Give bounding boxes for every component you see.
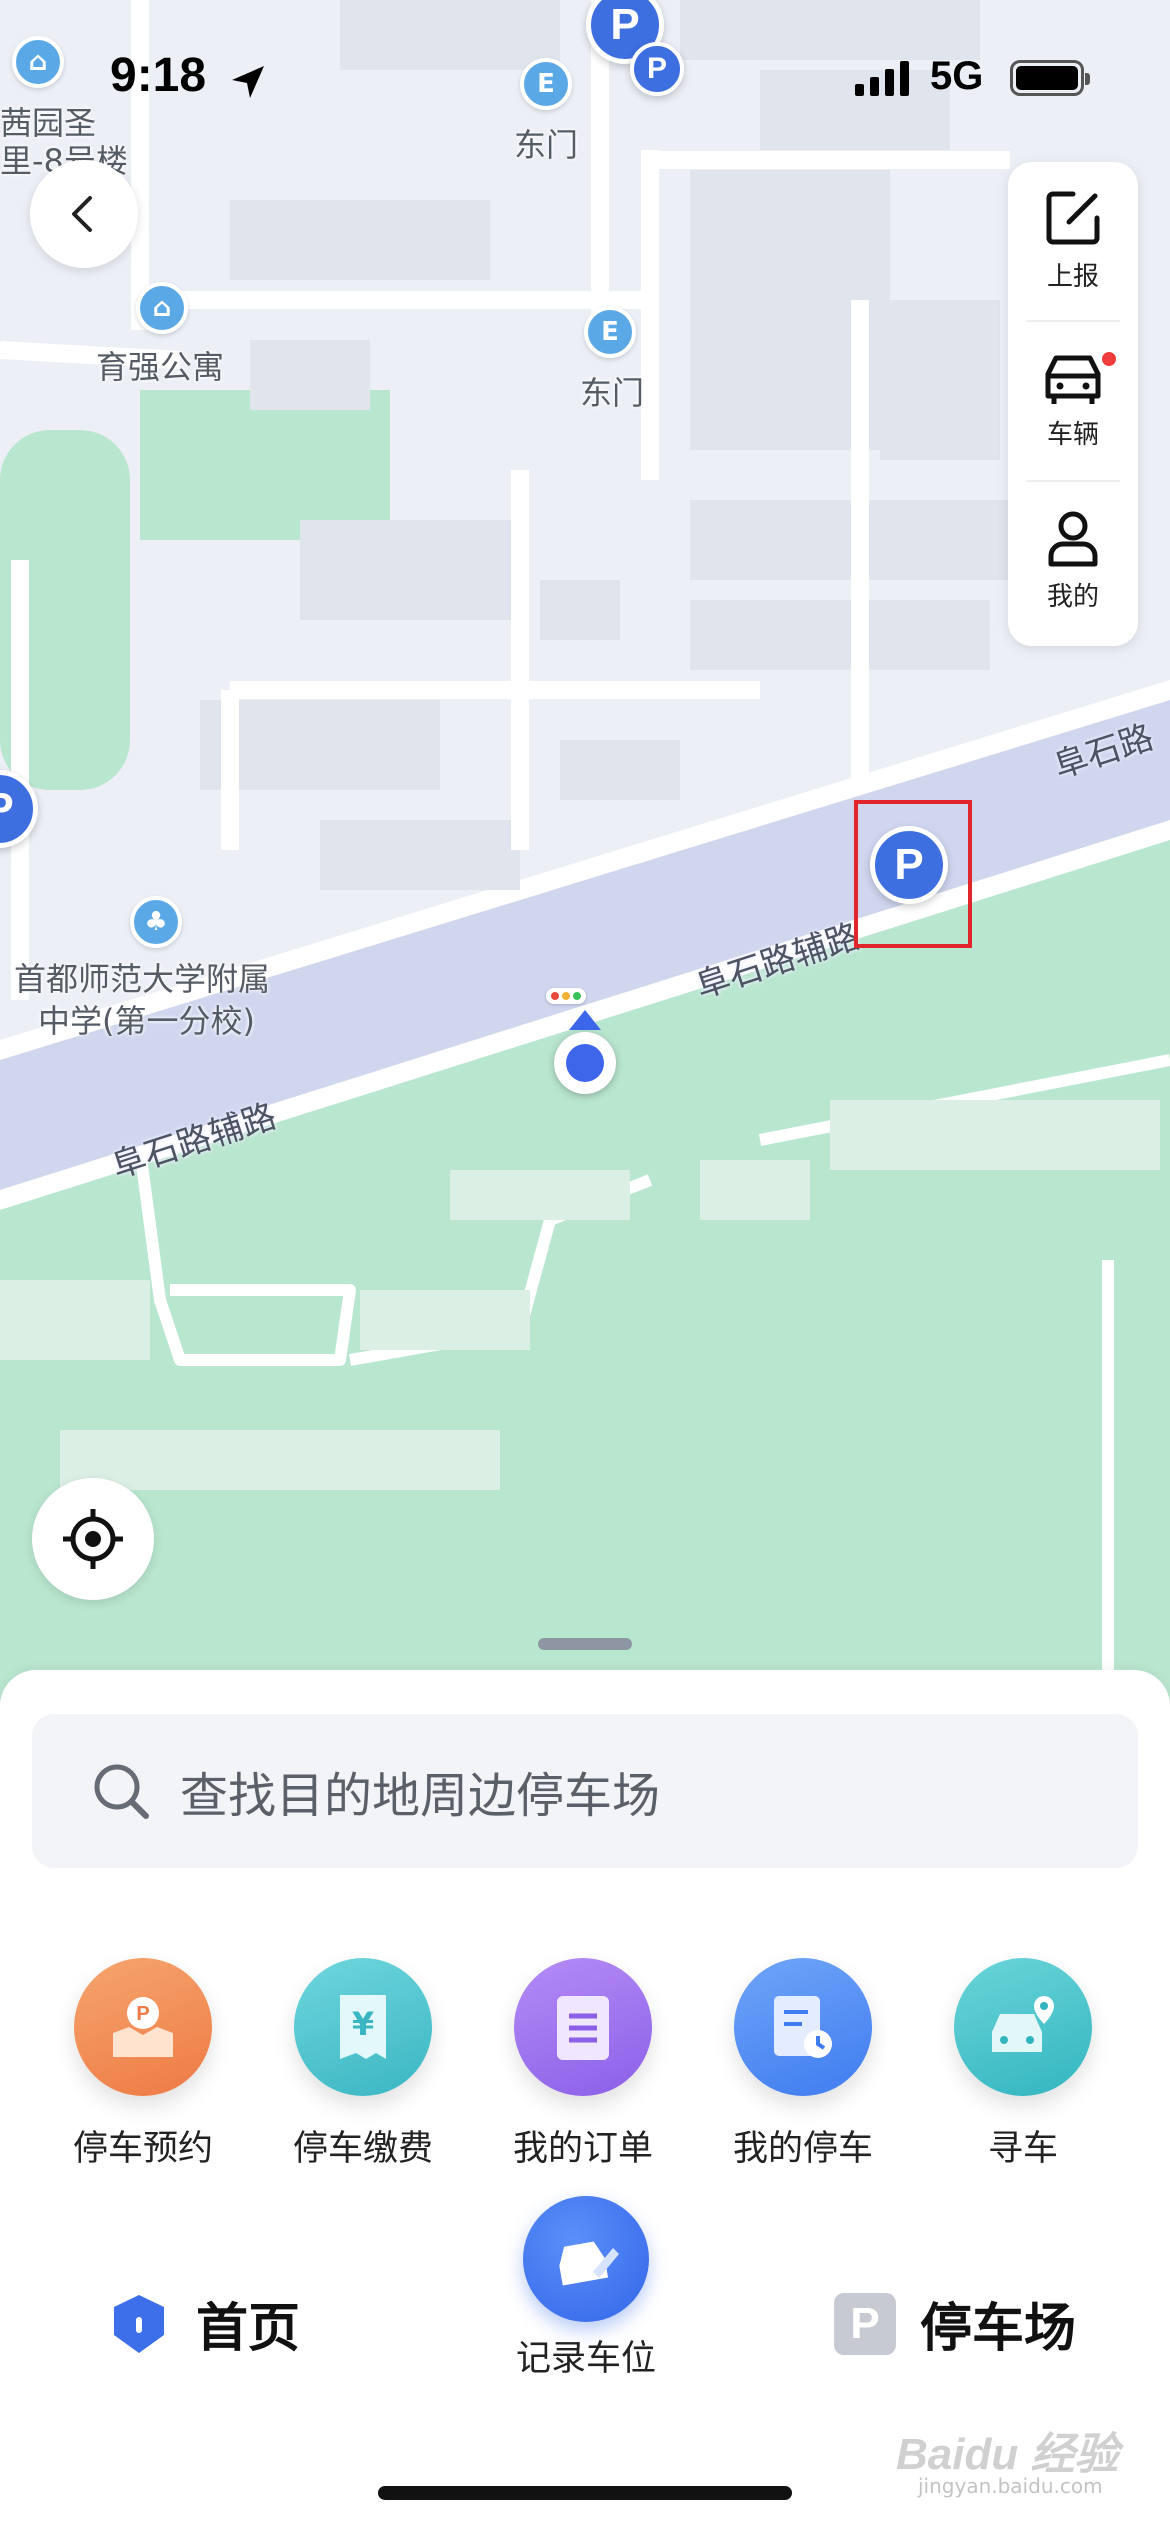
watermark: Baidu 经验: [896, 2430, 1119, 2479]
action-label: 停车缴费: [292, 2129, 433, 2169]
payment-icon: ¥: [294, 1958, 432, 2096]
status-bar: 9:18 5G: [0, 40, 1170, 120]
tab-parking-lot[interactable]: P 停车场: [834, 2286, 1076, 2361]
action-my-parking[interactable]: 我的停车: [703, 1958, 903, 2171]
report-button[interactable]: 上报: [1008, 162, 1138, 318]
mine-label: 我的: [1046, 581, 1099, 612]
tab-home[interactable]: 首页: [110, 2286, 300, 2361]
action-reserve-parking[interactable]: P 停车预约: [43, 1958, 243, 2171]
tab-parking-lot-label: 停车场: [920, 2299, 1077, 2359]
svg-text:¥: ¥: [352, 2005, 374, 2043]
chevron-left-icon: [72, 196, 92, 232]
action-find-car[interactable]: 寻车: [923, 1958, 1123, 2171]
map-label-school-1: 首都师范大学附属: [14, 960, 271, 998]
apartment-icon: ⌂: [136, 282, 188, 334]
map-label-east-gate-2: 东门: [580, 374, 645, 412]
search-input[interactable]: 查找目的地周边停车场: [32, 1714, 1138, 1868]
quick-actions: P 停车预约 ¥ 停车缴费 我的订单 我的停车 寻车: [0, 1958, 1170, 2178]
record-spot-label: 记录车位: [515, 2339, 656, 2379]
locate-me-button[interactable]: [32, 1478, 154, 1600]
home-shield-icon: [114, 2294, 164, 2353]
my-parking-icon: [734, 1958, 872, 2096]
map-label-school-2: 中学(第一分校): [38, 1002, 255, 1040]
reserve-parking-icon: P: [74, 1958, 212, 2096]
map-view[interactable]: ⌂ 茜园圣 里-8号楼 E 东门 E 东门 ⌂ 育强公寓 ♣ 首都师范大学附属 …: [0, 0, 1170, 1700]
signal-icon: [855, 60, 909, 96]
orders-icon: [514, 1958, 652, 2096]
action-my-orders[interactable]: 我的订单: [483, 1958, 683, 2171]
search-placeholder: 查找目的地周边停车场: [180, 1768, 661, 1824]
location-arrow-icon: [232, 66, 264, 98]
record-car-icon: [523, 2196, 649, 2322]
parking-lot-icon: P: [834, 2292, 896, 2355]
watermark-url: jingyan.baidu.com: [918, 2474, 1103, 2498]
tab-home-label: 首页: [196, 2299, 301, 2359]
find-car-icon: [954, 1958, 1092, 2096]
action-label: 停车预约: [72, 2129, 213, 2169]
svg-text:P: P: [136, 2003, 149, 2025]
report-label: 上报: [1046, 261, 1099, 292]
current-location-dot: [554, 1032, 616, 1094]
back-button[interactable]: [30, 160, 138, 268]
vehicle-label: 车辆: [1046, 419, 1099, 450]
car-icon: [1045, 355, 1101, 404]
traffic-light-icon: [546, 988, 586, 1004]
action-parking-payment[interactable]: ¥ 停车缴费: [263, 1958, 463, 2171]
map-canvas: [0, 0, 1170, 1700]
record-spot-button[interactable]: 记录车位: [486, 2196, 686, 2381]
map-label-apartment: 育强公寓: [96, 348, 225, 386]
map-label-east-gate-1: 东门: [514, 126, 579, 164]
action-label: 寻车: [987, 2129, 1058, 2169]
highlight-box: [854, 800, 972, 948]
home-indicator: [378, 2486, 792, 2500]
network-type: 5G: [930, 54, 984, 98]
heading-arrow-icon: [569, 1010, 601, 1030]
mine-button[interactable]: 我的: [1008, 482, 1138, 638]
sheet-drag-handle[interactable]: [538, 1638, 632, 1650]
school-icon: ♣: [130, 896, 182, 948]
battery-icon: [1010, 60, 1090, 96]
action-label: 我的订单: [512, 2129, 653, 2169]
side-panel: 上报 车辆 我的: [1008, 162, 1138, 646]
status-time: 9:18: [110, 49, 207, 102]
edit-icon: [1046, 191, 1100, 244]
gate-icon: E: [584, 306, 636, 358]
vehicle-button[interactable]: 车辆: [1008, 322, 1138, 478]
user-icon: [1048, 511, 1098, 566]
notification-dot: [1100, 350, 1118, 368]
action-label: 我的停车: [732, 2129, 873, 2169]
crosshair-icon: [63, 1509, 123, 1569]
search-icon: [94, 1764, 149, 1819]
